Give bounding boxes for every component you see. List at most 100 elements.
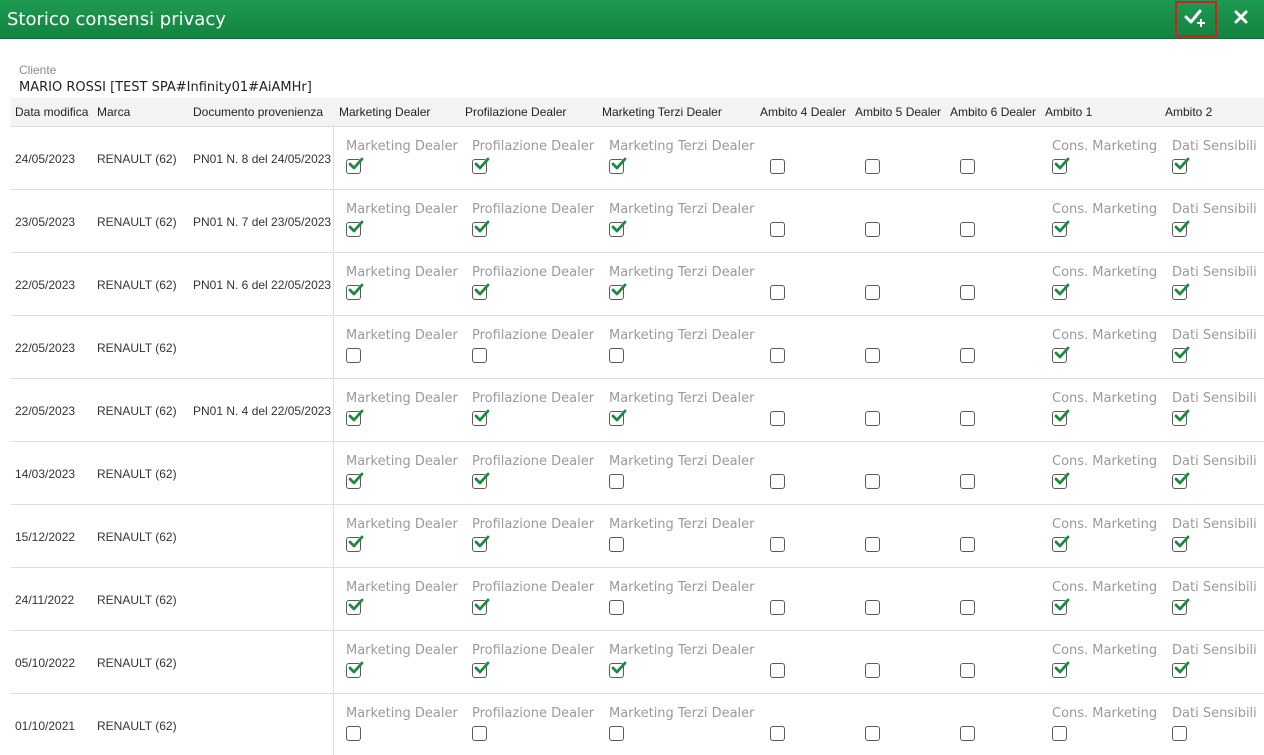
checkbox-marketing-dealer[interactable]	[346, 220, 364, 237]
column-header-date[interactable]: Data modifica	[15, 105, 88, 119]
checkbox-ambito6-dealer[interactable]	[960, 474, 975, 489]
checkbox-marketing-dealer[interactable]	[346, 472, 364, 489]
column-header-ambito5[interactable]: Ambito 5 Dealer	[855, 105, 941, 119]
checkbox-ambito2[interactable]	[1172, 283, 1190, 300]
checkbox-ambito1[interactable]	[1052, 535, 1070, 552]
checkbox-marketing-terzi-dealer[interactable]	[609, 220, 627, 237]
checkbox-marketing-terzi-dealer[interactable]	[609, 157, 627, 174]
checkbox-ambito4-dealer[interactable]	[770, 474, 785, 489]
checkbox-ambito6-dealer[interactable]	[960, 159, 975, 174]
checkbox-ambito1[interactable]	[1052, 661, 1070, 678]
table-row[interactable]: 14/03/2023 RENAULT (62) Marketing Dealer Pr…	[11, 442, 1264, 505]
checkbox-ambito1[interactable]	[1052, 346, 1070, 363]
checkbox-ambito1[interactable]	[1052, 598, 1070, 615]
checkbox-marketing-dealer[interactable]	[346, 348, 361, 363]
checkbox-marketing-terzi-dealer[interactable]	[609, 537, 624, 552]
checkbox-profilazione-dealer[interactable]	[472, 661, 490, 678]
checkbox-marketing-dealer[interactable]	[346, 598, 364, 615]
confirm-button[interactable]	[1175, 1, 1217, 37]
checkbox-marketing-terzi-dealer[interactable]	[609, 283, 627, 300]
table-row[interactable]: 23/05/2023 RENAULT (62) PN01 N. 7 del 23/0…	[11, 190, 1264, 253]
checkbox-ambito1[interactable]	[1052, 409, 1070, 426]
checkbox-marketing-dealer[interactable]	[346, 409, 364, 426]
table-row[interactable]: 22/05/2023 RENAULT (62) PN01 N. 6 del 22/0…	[11, 253, 1264, 316]
checkbox-marketing-dealer[interactable]	[346, 283, 364, 300]
column-header-brand[interactable]: Marca	[97, 105, 130, 119]
column-header-profiling[interactable]: Profilazione Dealer	[465, 105, 566, 119]
table-row[interactable]: 22/05/2023 RENAULT (62) Marketing Dealer Pr…	[11, 316, 1264, 379]
checkbox-ambito5-dealer[interactable]	[865, 600, 880, 615]
checkbox-marketing-dealer[interactable]	[346, 535, 364, 552]
checkbox-profilazione-dealer[interactable]	[472, 283, 490, 300]
checkbox-marketing-terzi-dealer[interactable]	[609, 348, 624, 363]
checkbox-marketing-terzi-dealer[interactable]	[609, 661, 627, 678]
column-header-ambito4[interactable]: Ambito 4 Dealer	[760, 105, 846, 119]
checkbox-ambito6-dealer[interactable]	[960, 537, 975, 552]
checkbox-marketing-terzi-dealer[interactable]	[609, 474, 624, 489]
table-row[interactable]: 01/10/2021 RENAULT (62) Marketing Dealer Pr…	[11, 694, 1264, 755]
checkbox-ambito5-dealer[interactable]	[865, 537, 880, 552]
checkbox-marketing-dealer[interactable]	[346, 726, 361, 741]
checkbox-ambito4-dealer[interactable]	[770, 600, 785, 615]
column-header-third-party[interactable]: Marketing Terzi Dealer	[602, 105, 722, 119]
checkbox-profilazione-dealer[interactable]	[472, 157, 490, 174]
checkbox-ambito4-dealer[interactable]	[770, 285, 785, 300]
table-row[interactable]: 22/05/2023 RENAULT (62) PN01 N. 4 del 22/0…	[11, 379, 1264, 442]
checkbox-ambito4-dealer[interactable]	[770, 663, 785, 678]
column-header-ambito1[interactable]: Ambito 1	[1045, 105, 1092, 119]
checkbox-ambito6-dealer[interactable]	[960, 600, 975, 615]
checkbox-ambito2[interactable]	[1172, 535, 1190, 552]
checkbox-ambito5-dealer[interactable]	[865, 222, 880, 237]
checkbox-ambito2[interactable]	[1172, 726, 1187, 741]
checkbox-profilazione-dealer[interactable]	[472, 535, 490, 552]
table-row[interactable]: 05/10/2022 RENAULT (62) Marketing Dealer Pr…	[11, 631, 1264, 694]
checkbox-ambito4-dealer[interactable]	[770, 222, 785, 237]
checkbox-ambito2[interactable]	[1172, 598, 1190, 615]
checkbox-ambito1[interactable]	[1052, 220, 1070, 237]
checkbox-ambito1[interactable]	[1052, 283, 1070, 300]
checkbox-ambito2[interactable]	[1172, 220, 1190, 237]
checkbox-ambito2[interactable]	[1172, 472, 1190, 489]
checkbox-ambito1[interactable]	[1052, 726, 1067, 741]
checkbox-ambito5-dealer[interactable]	[865, 348, 880, 363]
checkbox-ambito5-dealer[interactable]	[865, 726, 880, 741]
checkbox-ambito2[interactable]	[1172, 157, 1190, 174]
column-header-document[interactable]: Documento provenienza	[193, 105, 323, 119]
checkbox-ambito2[interactable]	[1172, 346, 1190, 363]
checkbox-ambito5-dealer[interactable]	[865, 411, 880, 426]
checkbox-ambito5-dealer[interactable]	[865, 159, 880, 174]
checkbox-ambito6-dealer[interactable]	[960, 663, 975, 678]
column-header-marketing[interactable]: Marketing Dealer	[339, 105, 430, 119]
checkbox-marketing-dealer[interactable]	[346, 157, 364, 174]
table-row[interactable]: 24/05/2023 RENAULT (62) PN01 N. 8 del 24/0…	[11, 127, 1264, 190]
checkbox-marketing-terzi-dealer[interactable]	[609, 409, 627, 426]
checkbox-ambito2[interactable]	[1172, 661, 1190, 678]
checkbox-ambito2[interactable]	[1172, 409, 1190, 426]
checkbox-profilazione-dealer[interactable]	[472, 220, 490, 237]
checkbox-ambito1[interactable]	[1052, 472, 1070, 489]
checkbox-ambito5-dealer[interactable]	[865, 285, 880, 300]
checkbox-profilazione-dealer[interactable]	[472, 472, 490, 489]
column-header-ambito6[interactable]: Ambito 6 Dealer	[950, 105, 1036, 119]
column-header-ambito2[interactable]: Ambito 2	[1165, 105, 1212, 119]
checkbox-ambito4-dealer[interactable]	[770, 537, 785, 552]
checkbox-ambito6-dealer[interactable]	[960, 348, 975, 363]
checkbox-ambito5-dealer[interactable]	[865, 663, 880, 678]
checkbox-ambito6-dealer[interactable]	[960, 726, 975, 741]
checkbox-ambito6-dealer[interactable]	[960, 411, 975, 426]
checkbox-marketing-terzi-dealer[interactable]	[609, 726, 624, 741]
checkbox-profilazione-dealer[interactable]	[472, 348, 487, 363]
checkbox-ambito4-dealer[interactable]	[770, 726, 785, 741]
table-row[interactable]: 24/11/2022 RENAULT (62) Marketing Dealer Pr…	[11, 568, 1264, 631]
checkbox-profilazione-dealer[interactable]	[472, 726, 487, 741]
checkbox-ambito4-dealer[interactable]	[770, 159, 785, 174]
checkbox-ambito4-dealer[interactable]	[770, 411, 785, 426]
table-row[interactable]: 15/12/2022 RENAULT (62) Marketing Dealer Pr…	[11, 505, 1264, 568]
checkbox-marketing-dealer[interactable]	[346, 661, 364, 678]
checkbox-ambito1[interactable]	[1052, 157, 1070, 174]
checkbox-ambito6-dealer[interactable]	[960, 222, 975, 237]
checkbox-profilazione-dealer[interactable]	[472, 598, 490, 615]
checkbox-ambito5-dealer[interactable]	[865, 474, 880, 489]
checkbox-ambito4-dealer[interactable]	[770, 348, 785, 363]
checkbox-profilazione-dealer[interactable]	[472, 409, 490, 426]
